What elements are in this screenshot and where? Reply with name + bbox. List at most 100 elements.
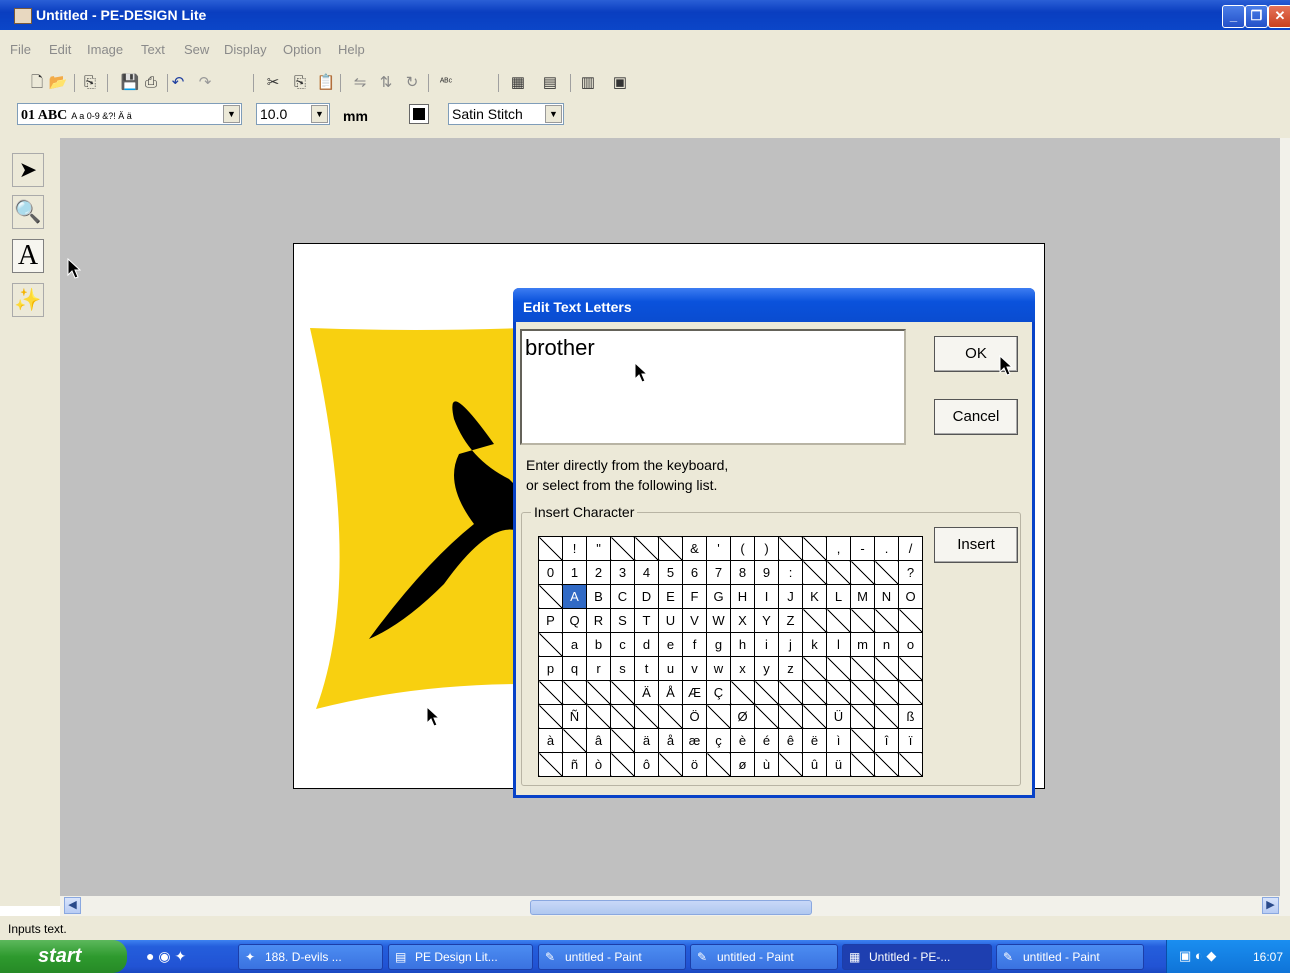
character-cell[interactable]: ï (898, 728, 923, 753)
character-cell[interactable]: Z (778, 608, 803, 633)
window-title-bar[interactable]: Untitled - PE-DESIGN Lite _ ❐ ✕ (0, 0, 1290, 30)
character-cell-empty[interactable] (850, 608, 875, 633)
character-cell[interactable]: s (610, 656, 635, 681)
insert-button[interactable]: Insert (934, 527, 1018, 563)
character-cell-empty[interactable] (634, 704, 659, 729)
character-cell[interactable]: ç (706, 728, 731, 753)
character-cell[interactable]: 0 (538, 560, 563, 585)
character-cell[interactable]: ò (586, 752, 611, 777)
character-cell[interactable]: 9 (754, 560, 779, 585)
character-cell[interactable]: O (898, 584, 923, 609)
thread-color-button[interactable] (409, 104, 429, 124)
character-cell[interactable]: U (658, 608, 683, 633)
character-cell[interactable]: Ç (706, 680, 731, 705)
character-cell[interactable]: N (874, 584, 899, 609)
stitch-properties-icon[interactable]: ▦ (508, 73, 528, 93)
character-cell-empty[interactable] (562, 680, 587, 705)
dialog-title-bar[interactable]: Edit Text Letters (513, 288, 1035, 322)
chevron-down-icon[interactable]: ▼ (311, 105, 328, 123)
character-cell[interactable]: i (754, 632, 779, 657)
character-cell[interactable]: r (586, 656, 611, 681)
character-cell[interactable]: P (538, 608, 563, 633)
character-cell-empty[interactable] (754, 680, 779, 705)
taskbar-item-active[interactable]: ▦ Untitled - PE-... (842, 944, 992, 970)
character-cell[interactable]: / (898, 536, 923, 561)
character-cell[interactable]: z (778, 656, 803, 681)
character-cell-empty[interactable] (610, 704, 635, 729)
character-cell-empty[interactable] (586, 704, 611, 729)
taskbar-item[interactable]: ✎ untitled - Paint (996, 944, 1144, 970)
character-cell[interactable]: y (754, 656, 779, 681)
character-cell[interactable]: 6 (682, 560, 707, 585)
character-cell[interactable]: û (802, 752, 827, 777)
character-cell[interactable]: c (610, 632, 635, 657)
character-cell-empty[interactable] (802, 704, 827, 729)
character-cell[interactable]: D (634, 584, 659, 609)
character-cell[interactable]: C (610, 584, 635, 609)
character-cell-empty[interactable] (874, 560, 899, 585)
character-cell[interactable]: k (802, 632, 827, 657)
character-cell[interactable]: ê (778, 728, 803, 753)
maximize-button[interactable]: ❐ (1245, 5, 1268, 28)
character-cell[interactable]: 1 (562, 560, 587, 585)
text-tool[interactable]: A (12, 239, 44, 273)
menu-file[interactable]: File (10, 42, 31, 57)
character-cell[interactable]: F (682, 584, 707, 609)
character-cell[interactable]: u (658, 656, 683, 681)
character-cell[interactable]: a (562, 632, 587, 657)
character-cell-empty[interactable] (562, 728, 587, 753)
menu-edit[interactable]: Edit (49, 42, 71, 57)
character-cell-empty[interactable] (826, 560, 851, 585)
character-cell-empty[interactable] (802, 608, 827, 633)
character-cell[interactable]: ? (898, 560, 923, 585)
character-cell[interactable]: G (706, 584, 731, 609)
character-cell[interactable]: j (778, 632, 803, 657)
vertical-scrollbar[interactable] (1280, 138, 1290, 896)
character-cell-empty[interactable] (658, 536, 683, 561)
character-cell[interactable]: æ (682, 728, 707, 753)
character-cell[interactable]: K (802, 584, 827, 609)
character-cell-empty[interactable] (898, 752, 923, 777)
character-cell[interactable]: E (658, 584, 683, 609)
character-cell-empty[interactable] (778, 704, 803, 729)
character-cell[interactable]: T (634, 608, 659, 633)
character-cell[interactable]: , (826, 536, 851, 561)
character-cell-empty[interactable] (610, 680, 635, 705)
scroll-right-icon[interactable]: ▶ (1262, 897, 1279, 914)
character-cell-empty[interactable] (538, 752, 563, 777)
character-cell[interactable]: d (634, 632, 659, 657)
character-cell[interactable]: ! (562, 536, 587, 561)
scroll-left-icon[interactable]: ◀ (64, 897, 81, 914)
character-cell-empty[interactable] (658, 752, 683, 777)
character-cell[interactable]: p (538, 656, 563, 681)
save-as-icon[interactable]: ⎙ (141, 73, 161, 93)
character-cell[interactable]: Y (754, 608, 779, 633)
image-wizard-tool[interactable]: ✨ (12, 283, 44, 317)
tray-icons[interactable]: ▣ ◐ ◆ (1179, 948, 1216, 964)
menu-text[interactable]: Text (141, 42, 165, 57)
character-cell[interactable]: 2 (586, 560, 611, 585)
preview-icon[interactable]: ▣ (610, 73, 630, 93)
character-cell[interactable]: " (586, 536, 611, 561)
menu-help[interactable]: Help (338, 42, 365, 57)
character-cell[interactable]: 7 (706, 560, 731, 585)
character-cell[interactable]: Å (658, 680, 683, 705)
character-cell[interactable]: q (562, 656, 587, 681)
character-cell[interactable]: î (874, 728, 899, 753)
start-button[interactable]: start (0, 940, 127, 973)
size-select[interactable]: 10.0 ▼ (256, 103, 330, 125)
rotate-icon[interactable]: ↻ (402, 73, 422, 93)
character-cell[interactable]: h (730, 632, 755, 657)
flip-vertical-icon[interactable]: ⇅ (376, 73, 396, 93)
undo-icon[interactable]: ↶ (168, 73, 188, 93)
character-cell[interactable]: é (754, 728, 779, 753)
character-cell[interactable]: Ñ (562, 704, 587, 729)
character-cell[interactable]: ô (634, 752, 659, 777)
character-cell[interactable]: B (586, 584, 611, 609)
character-cell[interactable]: å (658, 728, 683, 753)
character-cell-empty[interactable] (706, 752, 731, 777)
character-cell[interactable]: â (586, 728, 611, 753)
character-cell-empty[interactable] (610, 752, 635, 777)
character-cell-empty[interactable] (898, 680, 923, 705)
character-cell[interactable]: f (682, 632, 707, 657)
